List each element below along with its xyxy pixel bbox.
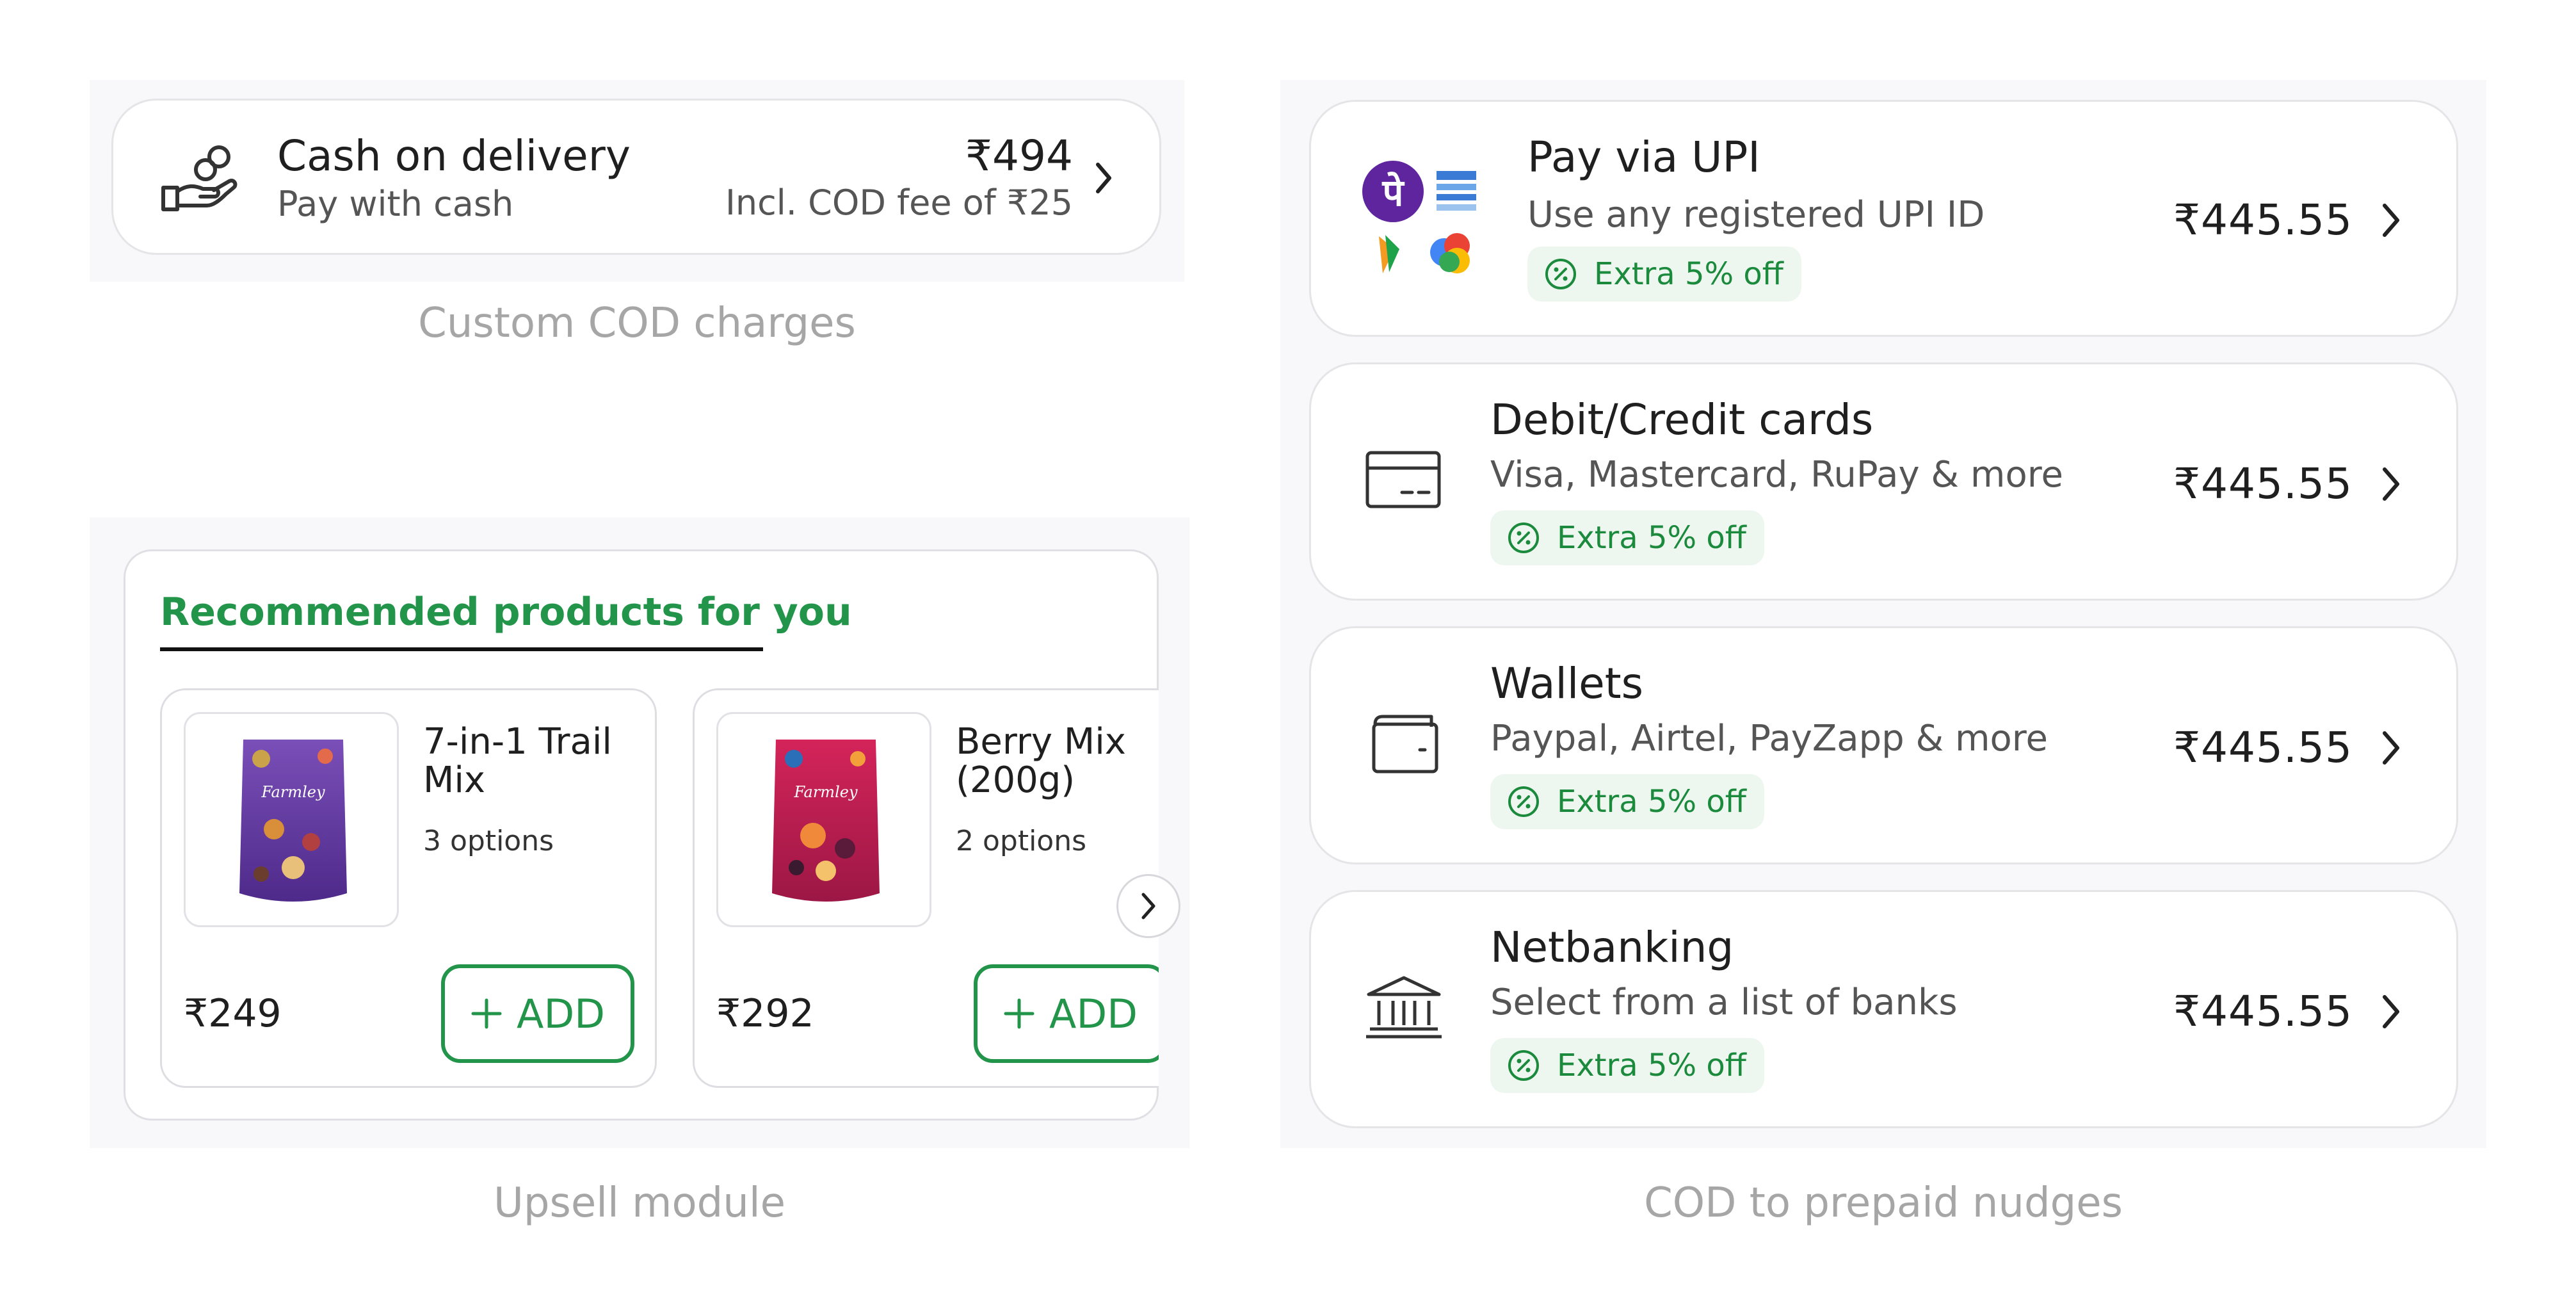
add-to-cart-button[interactable]: ADD bbox=[441, 964, 634, 1063]
product-price: ₹249 bbox=[184, 991, 282, 1036]
plus-icon bbox=[1004, 998, 1034, 1029]
payment-method-title: Debit/Credit cards bbox=[1490, 395, 1874, 444]
payment-method-cards[interactable]: Debit/Credit cards Visa, Mastercard, RuP… bbox=[1309, 362, 2458, 601]
payment-method-netbanking[interactable]: Netbanking Select from a list of banks E… bbox=[1309, 890, 2458, 1128]
payment-method-subtitle: Visa, Mastercard, RuPay & more bbox=[1490, 454, 2063, 496]
upsell-card: Recommended products for you Farmley 7-i… bbox=[124, 549, 1180, 1121]
cod-subtitle: Pay with cash bbox=[277, 184, 514, 224]
add-button-label: ADD bbox=[1049, 990, 1138, 1037]
payment-method-upi[interactable]: पे Pay via UPI Use any registered UPI ID… bbox=[1309, 100, 2458, 337]
product-name: 7-in-1 Trail bbox=[423, 721, 612, 763]
product-price: ₹292 bbox=[716, 991, 814, 1036]
discount-badge-label: Extra 5% off bbox=[1557, 784, 1746, 820]
add-button-label: ADD bbox=[517, 990, 605, 1037]
carousel-next-button[interactable] bbox=[1116, 874, 1180, 938]
cash-hand-icon bbox=[158, 143, 241, 216]
cod-title: Cash on delivery bbox=[277, 131, 631, 181]
payment-method-subtitle: Paypal, Airtel, PayZapp & more bbox=[1490, 718, 2049, 759]
cod-fee-note: Incl. COD fee of ₹25 bbox=[725, 182, 1073, 223]
cod-price: ₹494 bbox=[965, 131, 1073, 181]
discount-badge: Extra 5% off bbox=[1527, 247, 1801, 302]
payment-method-title: Wallets bbox=[1490, 659, 1644, 708]
payment-method-subtitle: Select from a list of banks bbox=[1490, 982, 1958, 1023]
payment-method-price: ₹445.55 bbox=[2173, 987, 2353, 1036]
upsell-heading-underline bbox=[160, 647, 763, 651]
caption-cod: Custom COD charges bbox=[418, 300, 856, 347]
payment-method-price: ₹445.55 bbox=[2173, 195, 2353, 245]
chevron-right-icon bbox=[2381, 203, 2401, 238]
product-name: Berry Mix bbox=[956, 721, 1126, 763]
upi-apps-icon: पे bbox=[1360, 159, 1488, 288]
chevron-right-icon bbox=[2381, 467, 2401, 501]
product-name-line2: Mix bbox=[423, 759, 486, 801]
discount-badge-label: Extra 5% off bbox=[1557, 520, 1746, 556]
product-name-line2: (200g) bbox=[956, 759, 1075, 801]
product-card: Farmley Berry Mix (200g) 2 options ₹292 … bbox=[693, 688, 1159, 1088]
add-to-cart-button[interactable]: ADD bbox=[974, 964, 1159, 1063]
payment-method-title: Netbanking bbox=[1490, 923, 1734, 972]
percent-badge-icon bbox=[1508, 786, 1539, 817]
caption-nudges: COD to prepaid nudges bbox=[1644, 1179, 2123, 1227]
payment-method-subtitle: Use any registered UPI ID bbox=[1527, 194, 1985, 236]
payment-method-wallets[interactable]: Wallets Paypal, Airtel, PayZapp & more E… bbox=[1309, 626, 2458, 864]
product-pouch-image: Farmley bbox=[772, 740, 880, 902]
cod-option-card[interactable]: Cash on delivery Pay with cash ₹494 Incl… bbox=[111, 99, 1161, 255]
wallet-icon bbox=[1370, 711, 1440, 778]
discount-badge: Extra 5% off bbox=[1490, 774, 1764, 829]
chevron-right-icon bbox=[2381, 994, 2401, 1029]
chevron-right-icon bbox=[1141, 893, 1155, 919]
bank-icon bbox=[1364, 974, 1444, 1043]
chevron-right-icon bbox=[1094, 162, 1113, 194]
discount-badge-label: Extra 5% off bbox=[1557, 1048, 1746, 1083]
plus-icon bbox=[471, 998, 502, 1029]
payment-method-price: ₹445.55 bbox=[2173, 723, 2353, 772]
chevron-right-icon bbox=[2381, 731, 2401, 765]
discount-badge: Extra 5% off bbox=[1490, 1038, 1764, 1093]
caption-upsell: Upsell module bbox=[494, 1179, 785, 1227]
percent-badge-icon bbox=[1508, 1050, 1539, 1081]
payment-method-title: Pay via UPI bbox=[1527, 133, 1760, 182]
card-icon bbox=[1365, 450, 1442, 512]
pouch-brand: Farmley bbox=[794, 783, 858, 801]
pouch-brand: Farmley bbox=[261, 783, 325, 801]
product-carousel-clip: Farmley Berry Mix (200g) 2 options ₹292 … bbox=[693, 688, 1159, 1088]
product-card: Farmley 7-in-1 Trail Mix 3 options ₹249 … bbox=[160, 688, 657, 1088]
product-pouch-image: Farmley bbox=[239, 740, 347, 902]
product-thumbnail[interactable]: Farmley bbox=[184, 712, 399, 927]
percent-badge-icon bbox=[1545, 259, 1576, 289]
upsell-heading: Recommended products for you bbox=[160, 590, 852, 635]
product-options[interactable]: 2 options bbox=[956, 825, 1086, 857]
percent-badge-icon bbox=[1508, 522, 1539, 553]
svg-text:पे: पे bbox=[1382, 171, 1405, 215]
discount-badge: Extra 5% off bbox=[1490, 510, 1764, 565]
product-options[interactable]: 3 options bbox=[423, 825, 554, 857]
discount-badge-label: Extra 5% off bbox=[1594, 256, 1783, 292]
payment-method-price: ₹445.55 bbox=[2173, 459, 2353, 508]
product-thumbnail[interactable]: Farmley bbox=[716, 712, 931, 927]
